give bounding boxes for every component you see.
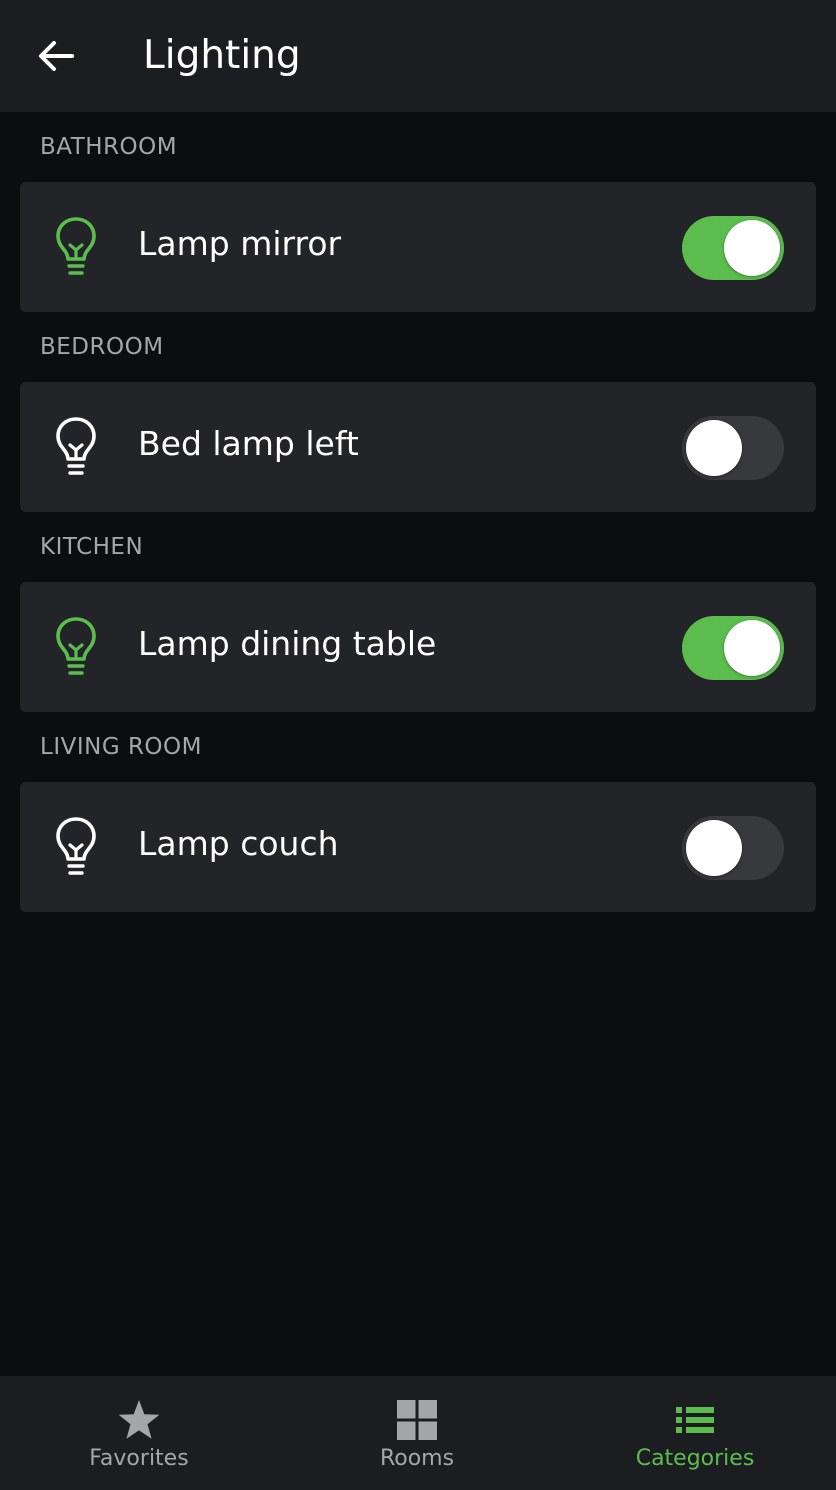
device-card-bed-lamp-left: Bed lamp left — [20, 382, 816, 512]
power-toggle[interactable] — [682, 616, 784, 680]
power-toggle[interactable] — [682, 816, 784, 880]
device-card-lamp-mirror: Lamp mirror — [20, 182, 816, 312]
power-toggle[interactable] — [682, 216, 784, 280]
back-button[interactable] — [30, 30, 82, 82]
nav-item-favorites[interactable]: Favorites — [0, 1376, 278, 1490]
app-screen: Lighting BATHROOM Lamp mirror BEDROOM Be… — [0, 0, 836, 1490]
toggle-knob — [686, 420, 742, 476]
lightbulb-icon — [56, 217, 96, 275]
section-label-bathroom: BATHROOM — [40, 134, 178, 160]
lightbulb-icon — [56, 617, 96, 675]
nav-label: Favorites — [89, 1446, 189, 1471]
list-icon — [676, 1407, 714, 1433]
arrow-left-icon — [39, 41, 74, 71]
nav-item-categories[interactable]: Categories — [556, 1376, 834, 1490]
grid-icon — [397, 1400, 437, 1440]
device-name: Lamp mirror — [138, 224, 342, 263]
toggle-knob — [724, 620, 780, 676]
lightbulb-icon — [56, 817, 96, 875]
toggle-knob — [686, 820, 742, 876]
lightbulb-icon — [56, 417, 96, 475]
section-label-bedroom: BEDROOM — [40, 334, 164, 360]
device-name: Lamp couch — [138, 824, 339, 863]
section-label-living-room: LIVING ROOM — [40, 734, 202, 760]
star-icon — [118, 1400, 160, 1439]
page-title: Lighting — [143, 33, 301, 78]
bottom-navigation: Favorites Rooms Categories — [0, 1376, 836, 1490]
nav-label: Rooms — [379, 1446, 455, 1471]
device-name: Lamp dining table — [138, 624, 437, 663]
device-card-lamp-couch: Lamp couch — [20, 782, 816, 912]
power-toggle[interactable] — [682, 416, 784, 480]
nav-item-rooms[interactable]: Rooms — [278, 1376, 556, 1490]
toggle-knob — [724, 220, 780, 276]
device-card-lamp-dining-table: Lamp dining table — [20, 582, 816, 712]
device-name: Bed lamp left — [138, 424, 359, 463]
nav-label: Categories — [635, 1446, 755, 1471]
app-header: Lighting — [0, 0, 836, 112]
section-label-kitchen: KITCHEN — [40, 534, 144, 560]
